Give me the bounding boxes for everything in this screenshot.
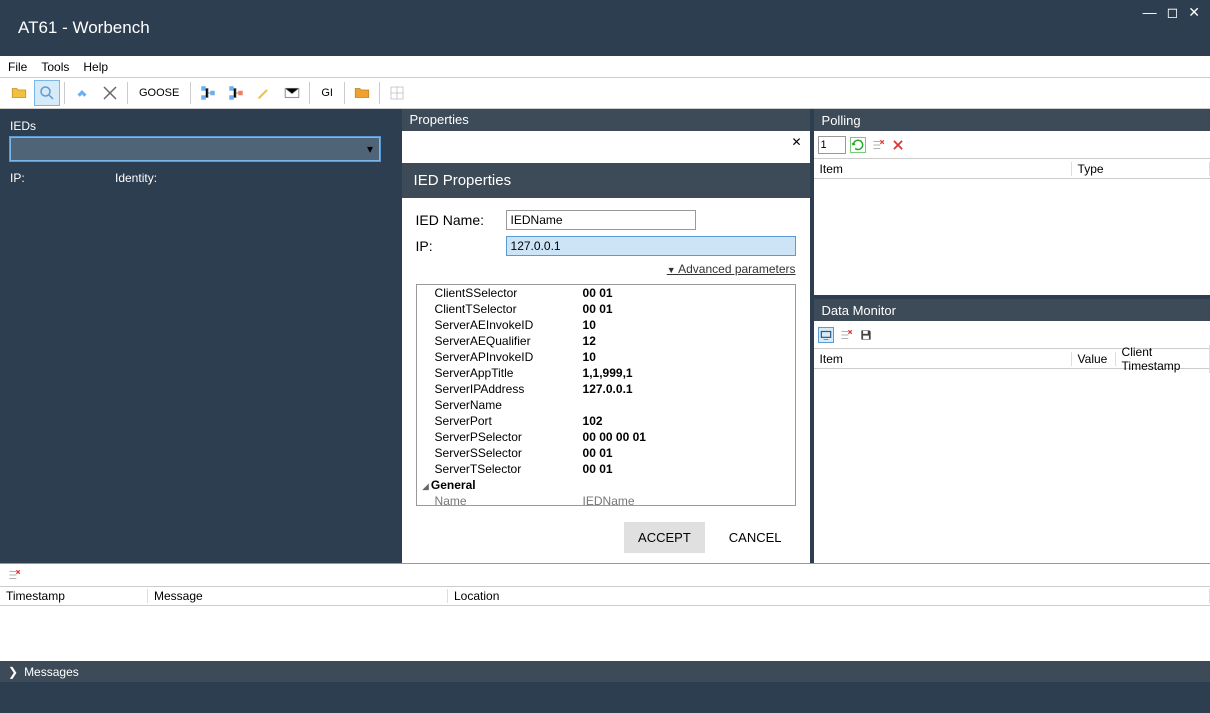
clear-list-icon[interactable] [870,137,886,153]
right-panels: Polling Item Type Da [814,109,1210,563]
col-item[interactable]: Item [814,162,1072,176]
polling-title: Polling [822,113,861,128]
clear-monitor-icon[interactable] [838,327,854,343]
ieds-dropdown[interactable]: ▾ [10,137,380,161]
property-row[interactable]: ServerAPInvokeID10 [417,349,795,365]
monitor-mode-icon[interactable] [818,327,834,343]
menu-file[interactable]: File [8,60,27,74]
col-timestamp[interactable]: Timestamp [0,589,148,603]
tree-remove-button[interactable] [223,80,249,106]
save-icon[interactable] [858,327,874,343]
cancel-button[interactable]: CANCEL [715,522,796,553]
ieds-panel: IEDs ▾ IP: Identity: [0,109,402,563]
window-controls: — ◻ ✕ [1143,4,1200,21]
gi-button[interactable]: GI [314,80,340,106]
close-properties-icon[interactable]: ✕ [791,135,801,149]
col-type[interactable]: Type [1072,162,1210,176]
data-monitor-table-header: Item Value Client Timestamp [814,349,1210,369]
ip-input[interactable] [506,236,796,256]
accept-button[interactable]: ACCEPT [624,522,705,553]
ip-label: IP: [416,238,506,254]
toolbar: GOOSE GI [0,78,1210,109]
folder-button[interactable] [349,80,375,106]
properties-title: Properties [410,112,469,127]
col-value[interactable]: Value [1072,352,1116,366]
connect-button[interactable] [69,80,95,106]
refresh-icon[interactable] [850,137,866,153]
col-location[interactable]: Location [448,589,1210,603]
property-row[interactable]: ServerPort102 [417,413,795,429]
data-monitor-panel: Data Monitor Item Value Client Timestamp [814,299,1210,563]
ied-info-row: IP: Identity: [10,171,392,185]
property-row[interactable]: ServerAEQualifier12 [417,333,795,349]
close-icon[interactable]: ✕ [1188,4,1200,21]
property-row[interactable]: ClientSSelector00 01 [417,285,795,301]
titlebar: AT61 - Worbench — ◻ ✕ [0,0,1210,56]
window-title: AT61 - Worbench [18,18,150,38]
properties-header: Properties [402,109,810,131]
property-row[interactable]: ServerSSelector00 01 [417,445,795,461]
polling-toolbar [814,131,1210,159]
delete-icon[interactable] [890,137,906,153]
menu-tools[interactable]: Tools [41,60,69,74]
ieds-label: IEDs [10,119,392,133]
poll-count-input[interactable] [818,136,846,154]
polling-panel: Polling Item Type [814,109,1210,295]
clear-messages-icon[interactable] [6,567,22,583]
ied-name-label: IED Name: [416,212,506,228]
property-grid[interactable]: ClientSSelector00 01ClientTSelector00 01… [416,284,796,506]
advanced-parameters-link[interactable]: Advanced parameters [416,262,796,276]
polling-header: Polling [814,109,1210,131]
menu-help[interactable]: Help [83,60,108,74]
polling-table-body [814,179,1210,293]
grid-button[interactable] [384,80,410,106]
properties-panel: Properties ✕ IED Properties IED Name: IP… [402,109,810,563]
identity-label: Identity: [115,171,157,185]
ip-label: IP: [10,171,115,185]
property-row[interactable]: ServerName [417,397,795,413]
col-item[interactable]: Item [814,352,1072,366]
settings-button[interactable] [97,80,123,106]
chevron-right-icon: ❯ [8,665,18,679]
property-row[interactable]: NameIEDName [417,493,795,506]
property-row[interactable]: ServerAppTitle1,1,999,1 [417,365,795,381]
property-row[interactable]: ServerPSelector00 00 00 01 [417,429,795,445]
data-monitor-header: Data Monitor [814,299,1210,321]
ied-properties-header: IED Properties [402,163,810,198]
data-monitor-title: Data Monitor [822,303,896,318]
property-row[interactable]: ClientTSelector00 01 [417,301,795,317]
open-folder-button[interactable] [6,80,32,106]
messages-panel: Timestamp Message Location [0,563,1210,661]
ied-name-input[interactable] [506,210,696,230]
data-monitor-table-body [814,369,1210,536]
footer[interactable]: ❯ Messages [0,661,1210,682]
maximize-icon[interactable]: ◻ [1167,4,1179,21]
property-category[interactable]: General [417,477,795,493]
property-row[interactable]: ServerTSelector00 01 [417,461,795,477]
tree-add-button[interactable] [195,80,221,106]
menubar: File Tools Help [0,56,1210,78]
messages-table-body [0,606,1210,661]
messages-table-header: Timestamp Message Location [0,586,1210,606]
goose-button[interactable]: GOOSE [132,80,186,106]
property-row[interactable]: ServerIPAddress127.0.0.1 [417,381,795,397]
minimize-icon[interactable]: — [1143,4,1157,21]
polling-table-header: Item Type [814,159,1210,179]
messages-toolbar [0,564,1210,586]
chevron-down-icon: ▾ [367,142,373,156]
edit-button[interactable] [251,80,277,106]
search-button[interactable] [34,80,60,106]
property-row[interactable]: ServerAEInvokeID10 [417,317,795,333]
mail-button[interactable] [279,80,305,106]
footer-label: Messages [24,665,79,679]
col-message[interactable]: Message [148,589,448,603]
